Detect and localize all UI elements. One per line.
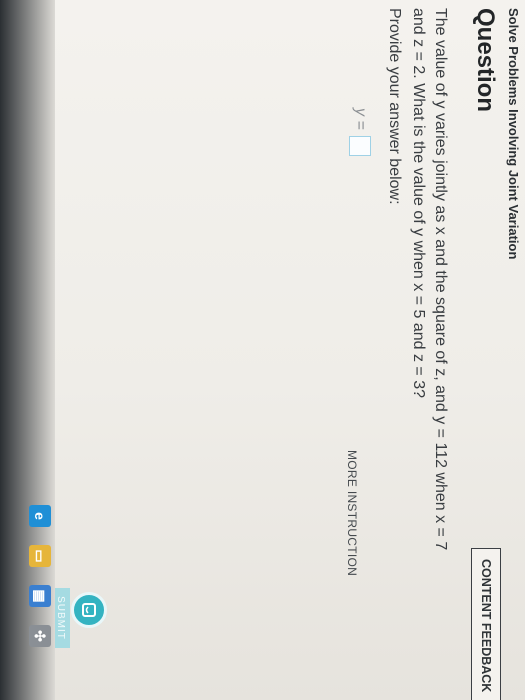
- answer-row: y =: [349, 108, 371, 156]
- content-feedback-button[interactable]: CONTENT FEEDBACK: [471, 548, 501, 700]
- screen: Solve Problems Involving Joint Variation…: [0, 0, 525, 700]
- question-line-1: The value of y varies jointly as x and t…: [432, 8, 449, 551]
- question-text: The value of y varies jointly as x and t…: [407, 8, 451, 698]
- submit-label: SUBMIT: [55, 596, 67, 640]
- file-explorer-icon[interactable]: ▭: [29, 545, 51, 567]
- answer-input[interactable]: [349, 135, 371, 156]
- edge-icon[interactable]: e: [29, 505, 51, 527]
- store-icon[interactable]: ▦: [29, 585, 51, 607]
- question-line-2: and z = 2. What is the value of y when x…: [410, 8, 427, 399]
- answer-label: y =: [352, 108, 369, 130]
- more-instruction-link[interactable]: MORE INSTRUCTION: [345, 450, 359, 576]
- app-grid-icon[interactable]: ✣: [29, 625, 51, 647]
- tools-icon[interactable]: [71, 592, 107, 628]
- content-feedback-label: CONTENT FEEDBACK: [479, 559, 493, 693]
- question-heading: Question: [472, 8, 499, 113]
- section-title: Solve Problems Involving Joint Variation: [506, 8, 521, 260]
- answer-prompt: Provide your answer below:: [386, 8, 403, 205]
- taskbar: e ▭ ▦ ✣: [0, 0, 55, 700]
